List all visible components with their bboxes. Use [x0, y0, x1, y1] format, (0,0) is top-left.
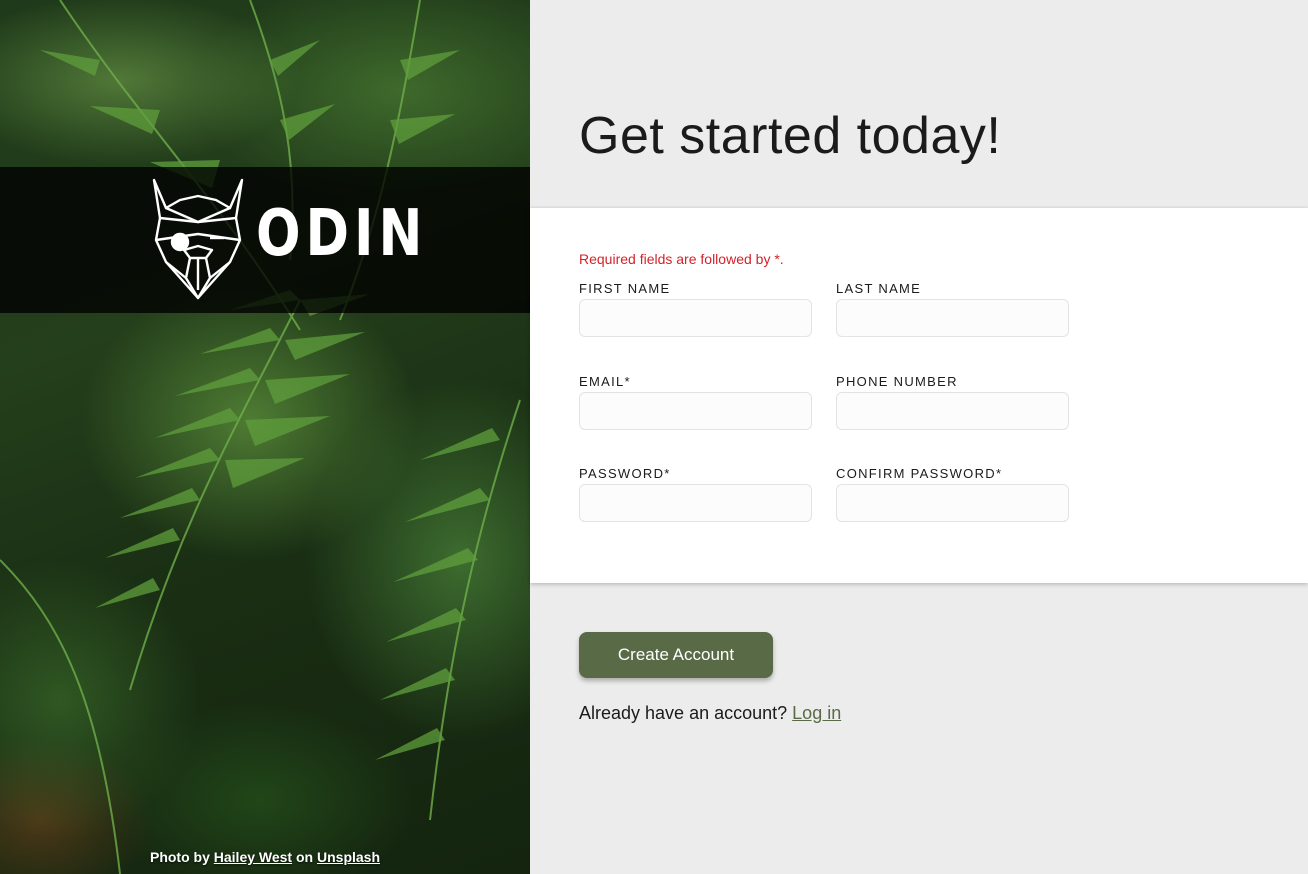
password-label: PASSWORD*: [579, 466, 671, 481]
confirm-password-label: CONFIRM PASSWORD*: [836, 466, 1003, 481]
page-title: Get started today!: [579, 107, 1002, 165]
credit-middle: on: [296, 849, 314, 865]
credit-author-link[interactable]: Hailey West: [214, 849, 292, 865]
credit-site-link[interactable]: Unsplash: [317, 849, 380, 865]
email-group: EMAIL*: [579, 374, 812, 430]
confirm-password-group: CONFIRM PASSWORD*: [836, 466, 1069, 522]
password-input[interactable]: [579, 484, 812, 522]
login-prompt-text: Already have an account?: [579, 703, 788, 723]
phone-label: PHONE NUMBER: [836, 374, 958, 389]
phone-group: PHONE NUMBER: [836, 374, 1069, 430]
credit-prefix: Photo by: [149, 849, 210, 865]
hero-panel: ODIN Photo by Hailey West on Unsplash: [0, 0, 530, 874]
last-name-input[interactable]: [836, 299, 1069, 337]
create-account-button[interactable]: Create Account: [579, 632, 773, 678]
fern-background-image: [0, 0, 521, 874]
login-prompt: Already have an account? Log in: [579, 703, 841, 724]
logo-wordmark: ODIN: [256, 197, 428, 271]
email-label: EMAIL*: [579, 374, 631, 389]
signup-form-card: Required fields are followed by *. FIRST…: [530, 208, 1308, 583]
last-name-label: LAST NAME: [836, 281, 922, 296]
photo-credit: Photo by Hailey West on Unsplash: [0, 849, 530, 865]
last-name-group: LAST NAME: [836, 281, 1069, 337]
viking-helmet-logo-icon: [152, 178, 244, 300]
confirm-password-input[interactable]: [836, 484, 1069, 522]
required-fields-note: Required fields are followed by *.: [579, 251, 784, 267]
email-input[interactable]: [579, 392, 812, 430]
password-group: PASSWORD*: [579, 466, 812, 522]
phone-input[interactable]: [836, 392, 1069, 430]
first-name-group: FIRST NAME: [579, 281, 812, 337]
first-name-input[interactable]: [579, 299, 812, 337]
first-name-label: FIRST NAME: [579, 281, 671, 296]
login-link[interactable]: Log in: [792, 703, 841, 723]
